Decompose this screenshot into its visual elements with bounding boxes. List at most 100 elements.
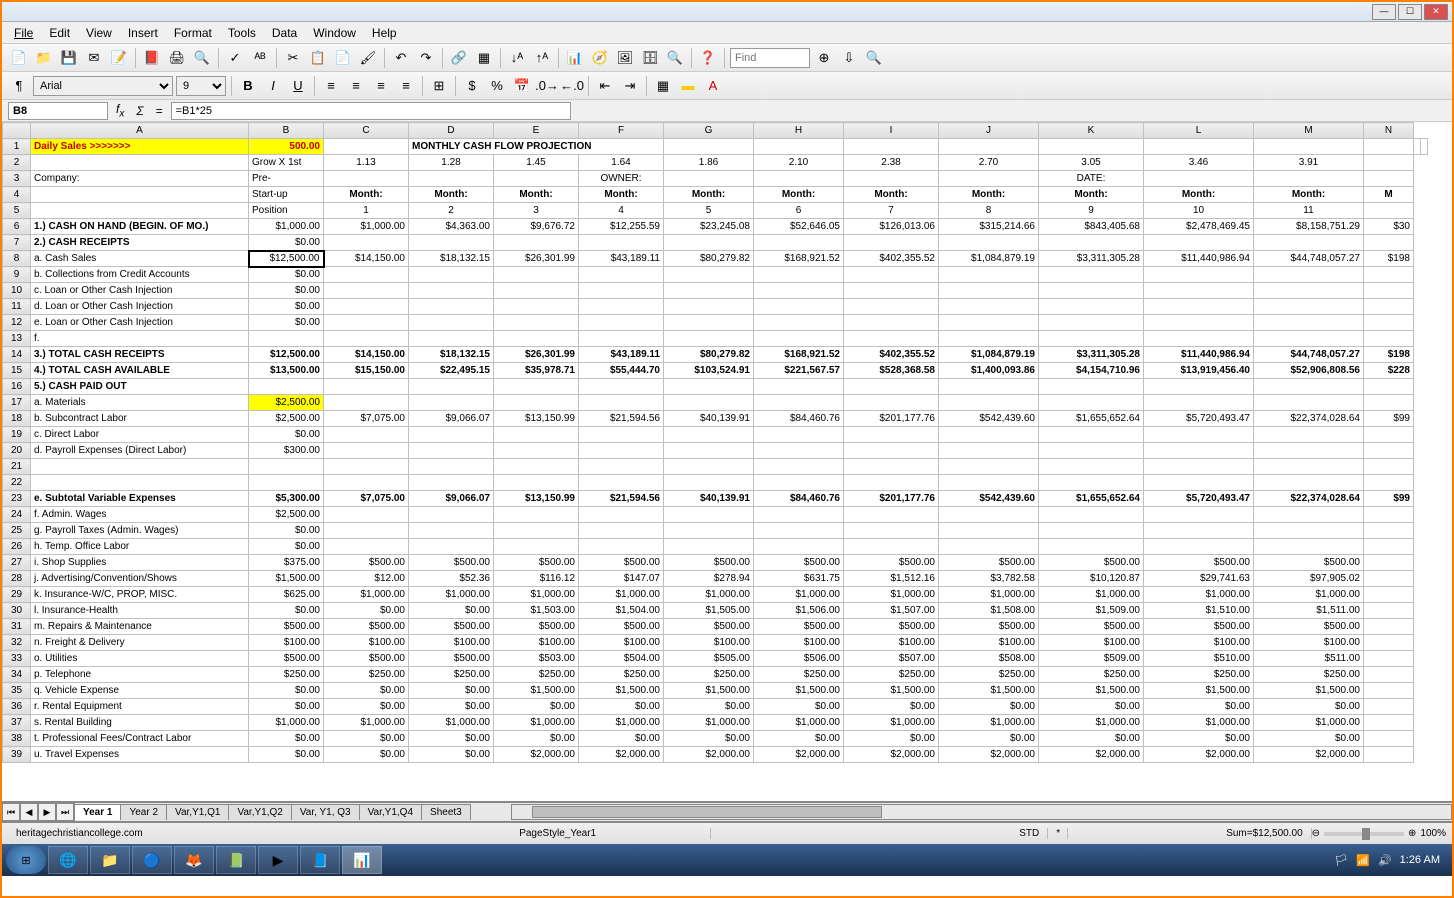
cell-A28[interactable]: j. Advertising/Convention/Shows <box>31 571 249 587</box>
cell-F14[interactable]: $43,189.11 <box>579 347 664 363</box>
cell-J39[interactable]: $2,000.00 <box>939 747 1039 763</box>
cell-K31[interactable]: $500.00 <box>1039 619 1144 635</box>
row-header-22[interactable]: 22 <box>3 475 31 491</box>
cell-H33[interactable]: $506.00 <box>754 651 844 667</box>
col-header-A[interactable]: A <box>31 123 249 139</box>
cell-L26[interactable] <box>1144 539 1254 555</box>
cell-M28[interactable]: $97,905.02 <box>1254 571 1364 587</box>
cell-C36[interactable]: $0.00 <box>324 699 409 715</box>
cell-D11[interactable] <box>409 299 494 315</box>
cell-C23[interactable]: $7,075.00 <box>324 491 409 507</box>
row-header-12[interactable]: 12 <box>3 315 31 331</box>
task-doc-icon[interactable]: 📘 <box>300 846 340 874</box>
task-calc-icon[interactable]: 📊 <box>342 846 382 874</box>
tab-next-icon[interactable]: ▶ <box>38 803 56 821</box>
row-header-24[interactable]: 24 <box>3 507 31 523</box>
cell-B20[interactable]: $300.00 <box>249 443 324 459</box>
cell-B36[interactable]: $0.00 <box>249 699 324 715</box>
cell-I23[interactable]: $201,177.76 <box>844 491 939 507</box>
row-header-8[interactable]: 8 <box>3 251 31 267</box>
cell-N13[interactable] <box>1364 331 1414 347</box>
cell-E24[interactable] <box>494 507 579 523</box>
cell-L28[interactable]: $29,741.63 <box>1144 571 1254 587</box>
cell-I36[interactable]: $0.00 <box>844 699 939 715</box>
cell-D20[interactable] <box>409 443 494 459</box>
cell-E4[interactable]: Month: <box>494 187 579 203</box>
cell-L4[interactable]: Month: <box>1144 187 1254 203</box>
cell-J15[interactable]: $1,400,093.86 <box>939 363 1039 379</box>
cell-J6[interactable]: $315,214.66 <box>939 219 1039 235</box>
col-header-G[interactable]: G <box>664 123 754 139</box>
cell-C21[interactable] <box>324 459 409 475</box>
preview-icon[interactable]: 🔍 <box>191 47 213 69</box>
cell-I29[interactable]: $1,000.00 <box>844 587 939 603</box>
row-header-34[interactable]: 34 <box>3 667 31 683</box>
fontcolor-icon[interactable]: A <box>702 75 724 97</box>
cell-E25[interactable] <box>494 523 579 539</box>
cell-J2[interactable]: 2.70 <box>939 155 1039 171</box>
cell-N24[interactable] <box>1364 507 1414 523</box>
cell-N33[interactable] <box>1364 651 1414 667</box>
cell-A9[interactable]: b. Collections from Credit Accounts <box>31 267 249 283</box>
cell-I7[interactable] <box>844 235 939 251</box>
cell-F16[interactable] <box>579 379 664 395</box>
cell-A20[interactable]: d. Payroll Expenses (Direct Labor) <box>31 443 249 459</box>
cell-L8[interactable]: $11,440,986.94 <box>1144 251 1254 267</box>
cell-H37[interactable]: $1,000.00 <box>754 715 844 731</box>
cell-A26[interactable]: h. Temp. Office Labor <box>31 539 249 555</box>
row-header-10[interactable]: 10 <box>3 283 31 299</box>
cell-F18[interactable]: $21,594.56 <box>579 411 664 427</box>
cell-C14[interactable]: $14,150.00 <box>324 347 409 363</box>
cell-M12[interactable] <box>1254 315 1364 331</box>
cell-H39[interactable]: $2,000.00 <box>754 747 844 763</box>
cell-L13[interactable] <box>1144 331 1254 347</box>
cell-H27[interactable]: $500.00 <box>754 555 844 571</box>
cell-H25[interactable] <box>754 523 844 539</box>
horizontal-scrollbar[interactable] <box>511 804 1452 820</box>
datasource-icon[interactable]: 🗄 <box>639 47 661 69</box>
cell-F25[interactable] <box>579 523 664 539</box>
cell-C33[interactable]: $500.00 <box>324 651 409 667</box>
close-button[interactable]: ✕ <box>1424 4 1448 20</box>
cell-F32[interactable]: $100.00 <box>579 635 664 651</box>
cell-H3[interactable] <box>754 171 844 187</box>
cell-C32[interactable]: $100.00 <box>324 635 409 651</box>
cell-B14[interactable]: $12,500.00 <box>249 347 324 363</box>
cell-G2[interactable]: 1.86 <box>664 155 754 171</box>
sum-icon[interactable]: Σ <box>132 104 147 118</box>
cell-I31[interactable]: $500.00 <box>844 619 939 635</box>
cell-L18[interactable]: $5,720,493.47 <box>1144 411 1254 427</box>
cell-J7[interactable] <box>939 235 1039 251</box>
cell-J35[interactable]: $1,500.00 <box>939 683 1039 699</box>
cell-A21[interactable] <box>31 459 249 475</box>
cell-B37[interactable]: $1,000.00 <box>249 715 324 731</box>
cell-M21[interactable] <box>1254 459 1364 475</box>
cell-A17[interactable]: a. Materials <box>31 395 249 411</box>
table-icon[interactable]: ▦ <box>473 47 495 69</box>
cell-C25[interactable] <box>324 523 409 539</box>
maximize-button[interactable]: ☐ <box>1398 4 1422 20</box>
cell-N31[interactable] <box>1364 619 1414 635</box>
cell-M37[interactable]: $1,000.00 <box>1254 715 1364 731</box>
cell-E26[interactable] <box>494 539 579 555</box>
cell-G12[interactable] <box>664 315 754 331</box>
styles-icon[interactable]: ¶ <box>8 75 30 97</box>
cell-E14[interactable]: $26,301.99 <box>494 347 579 363</box>
cell-G13[interactable] <box>664 331 754 347</box>
cell-F7[interactable] <box>579 235 664 251</box>
formula-input[interactable] <box>171 102 571 120</box>
task-firefox-icon[interactable]: 🦊 <box>174 846 214 874</box>
cell-M15[interactable]: $52,906,808.56 <box>1254 363 1364 379</box>
gallery-icon[interactable]: 🖼 <box>614 47 636 69</box>
cell-E38[interactable]: $0.00 <box>494 731 579 747</box>
cell-J10[interactable] <box>939 283 1039 299</box>
cell-N21[interactable] <box>1364 459 1414 475</box>
cell-I15[interactable]: $528,368.58 <box>844 363 939 379</box>
cell-M8[interactable]: $44,748,057.27 <box>1254 251 1364 267</box>
cell-I3[interactable] <box>844 171 939 187</box>
cell-K29[interactable]: $1,000.00 <box>1039 587 1144 603</box>
zoom-in-icon[interactable]: ⊕ <box>1408 828 1416 839</box>
cell-E5[interactable]: 3 <box>494 203 579 219</box>
row-header-27[interactable]: 27 <box>3 555 31 571</box>
cell-C13[interactable] <box>324 331 409 347</box>
